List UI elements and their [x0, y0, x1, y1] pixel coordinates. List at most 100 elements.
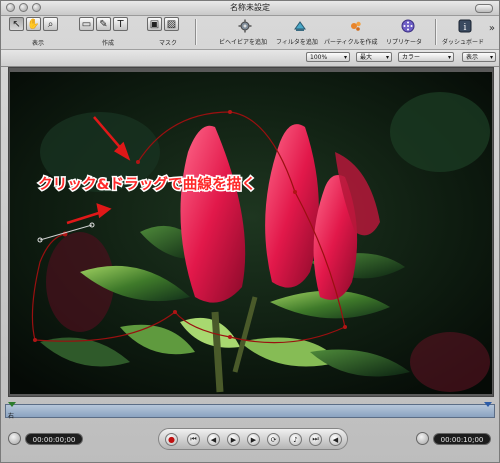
rewind-to-start-icon: ⏮: [190, 435, 197, 443]
view-tools-label: 表示: [32, 40, 45, 47]
zoom-tool-button[interactable]: ⌕: [43, 17, 58, 31]
window-title: 名称未設定: [230, 3, 270, 12]
create-tools: ▭ ✎ T: [79, 17, 128, 31]
toolbar-overflow-icon[interactable]: »: [489, 23, 495, 34]
play-icon: ▶: [230, 435, 237, 444]
record-button[interactable]: ●: [165, 433, 178, 446]
replicator-button[interactable]: [400, 18, 416, 34]
add-behavior-button[interactable]: [237, 18, 253, 34]
title-bar: 名称未設定: [1, 1, 499, 16]
add-filter-button[interactable]: [292, 18, 308, 34]
playhead-end-icon[interactable]: [484, 402, 492, 407]
toolbar: ↖ ✋ ⌕ 表示 ▭ ✎ T 作成 ▣ ▨ マスク ビヘイビアを追加 フィルタを…: [1, 15, 499, 49]
toolbar-divider: [195, 19, 197, 45]
next-frame-button[interactable]: ▶: [247, 433, 260, 446]
make-particles-label: パーティクルを作成: [324, 39, 378, 46]
loop-button[interactable]: ⟳: [267, 433, 280, 446]
canvas[interactable]: クリック&ドラッグで曲線を描く: [10, 72, 492, 394]
mask-rectangle-button[interactable]: ▣: [147, 17, 162, 31]
step-forward-icon: ▶: [250, 435, 257, 444]
make-particles-button[interactable]: [348, 18, 364, 34]
blurred-leaf: [390, 92, 490, 172]
svg-text:i: i: [464, 23, 467, 33]
app-window: 名称未設定 ↖ ✋ ⌕ 表示 ▭ ✎ T 作成 ▣ ▨ マスク ビヘイビアを追加…: [0, 0, 500, 463]
control-point[interactable]: [343, 325, 347, 329]
view-popup[interactable]: 表示 ▾: [462, 52, 496, 62]
toolbar-toggle-button[interactable]: [475, 4, 493, 13]
toolbar-divider: [435, 19, 437, 45]
canvas-options-bar: 100% ▾ 最大 ▾ カラー ▾ 表示 ▾: [1, 49, 499, 67]
step-back-icon: ◀: [210, 435, 217, 444]
filter-icon: [294, 21, 306, 31]
stem: [211, 311, 224, 393]
chevron-down-icon: ▾: [489, 54, 493, 61]
quality-popup[interactable]: 最大 ▾: [356, 52, 392, 62]
magnifier-icon: ⌕: [47, 18, 54, 30]
play-button[interactable]: ▶: [227, 433, 240, 446]
quality-value: 最大: [360, 54, 373, 61]
timeline-label: 右: [8, 413, 15, 420]
current-time-jog[interactable]: [8, 432, 21, 445]
add-behavior-label: ビヘイビアを追加: [219, 39, 268, 46]
loop-icon: ⟳: [270, 435, 277, 444]
control-point[interactable]: [173, 310, 177, 314]
transport-controls: 00:00:00;00 ● ⏮ ◀ ▶ ▶ ⟳ ♪ ⏭ ◀ 00:00:10;0…: [1, 421, 499, 462]
info-icon: i: [458, 19, 472, 33]
speaker-icon: ♪: [293, 435, 298, 444]
playhead-start-icon[interactable]: [8, 402, 16, 407]
previous-frame-button[interactable]: ◀: [207, 433, 220, 446]
text-tool-button[interactable]: T: [113, 17, 128, 31]
view-tools: ↖ ✋ ⌕: [9, 17, 58, 31]
audio-button[interactable]: ♪: [289, 433, 302, 446]
record-icon: ●: [168, 435, 175, 444]
current-timecode[interactable]: 00:00:00;00: [25, 433, 83, 445]
mask-tools-label: マスク: [159, 40, 178, 47]
reverse-button[interactable]: ◀: [329, 433, 342, 446]
chevron-down-icon: ▾: [343, 54, 347, 61]
end-timecode[interactable]: 00:00:10;00: [433, 433, 491, 445]
skip-to-end-icon: ⏭: [312, 435, 319, 443]
mask-image-button[interactable]: ▨: [164, 17, 179, 31]
control-point[interactable]: [228, 110, 232, 114]
annotation-text: クリック&ドラッグで曲線を描く: [38, 175, 256, 193]
arrow-icon: ↖: [12, 18, 21, 30]
text-icon: T: [117, 18, 124, 30]
gear-icon: [238, 19, 252, 33]
canvas-image: クリック&ドラッグで曲線を描く: [10, 72, 492, 394]
control-point[interactable]: [136, 160, 140, 164]
bezier-tool-button[interactable]: ✎: [96, 17, 111, 31]
chevron-down-icon: ▾: [385, 54, 389, 61]
playback-controls: ● ⏮ ◀ ▶ ▶ ⟳ ♪ ⏭ ◀: [158, 428, 348, 450]
select-tool-button[interactable]: ↖: [9, 17, 24, 31]
pen-icon: ✎: [99, 18, 108, 30]
replicator-label: リプリケータ: [386, 39, 423, 46]
mask-rectangle-icon: ▣: [149, 18, 160, 30]
hand-icon: ✋: [27, 18, 40, 30]
mask-image-icon: ▨: [166, 18, 177, 30]
rectangle-icon: ▭: [81, 18, 92, 30]
channels-popup[interactable]: カラー ▾: [398, 52, 454, 62]
end-time-jog[interactable]: [416, 432, 429, 445]
go-to-start-button[interactable]: ⏮: [187, 433, 200, 446]
pan-tool-button[interactable]: ✋: [26, 17, 41, 31]
go-to-end-button[interactable]: ⏭: [309, 433, 322, 446]
dashboard-button[interactable]: i: [457, 18, 473, 34]
mini-timeline[interactable]: 右: [5, 402, 495, 420]
mask-tools: ▣ ▨: [147, 17, 179, 31]
dashboard-label: ダッシュボード: [442, 39, 485, 46]
rectangle-tool-button[interactable]: ▭: [79, 17, 94, 31]
replicator-icon: [401, 19, 415, 33]
add-filter-label: フィルタを追加: [276, 39, 318, 46]
particles-icon: [351, 21, 361, 31]
chevron-down-icon: ▾: [447, 54, 451, 61]
channels-value: カラー: [402, 54, 421, 61]
blurred-flower: [410, 332, 490, 392]
control-point[interactable]: [228, 335, 232, 339]
zoom-level-value: 100%: [310, 54, 328, 61]
control-point[interactable]: [33, 338, 37, 342]
view-value: 表示: [466, 54, 479, 61]
reverse-play-icon: ◀: [332, 435, 339, 444]
create-tools-label: 作成: [102, 40, 115, 47]
control-point[interactable]: [293, 190, 297, 194]
zoom-level-popup[interactable]: 100% ▾: [306, 52, 350, 62]
